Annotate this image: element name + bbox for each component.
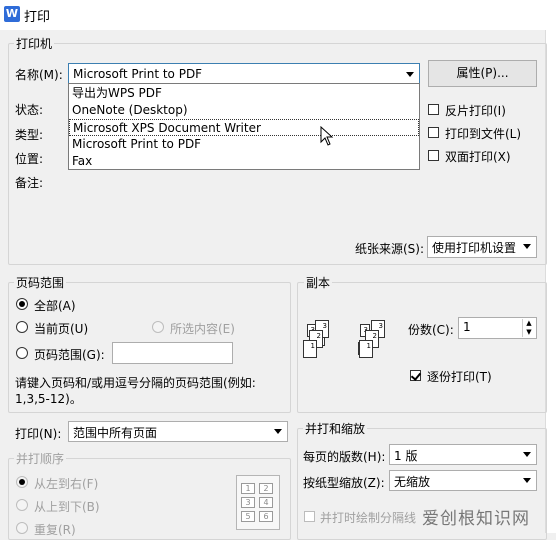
- dropdown-item[interactable]: OneNote (Desktop): [69, 102, 419, 119]
- draw-borders-label: 并打时绘制分隔线: [320, 511, 417, 525]
- copies-count-input[interactable]: 1 ▲ ▼: [458, 317, 537, 339]
- comment-label: 备注:: [15, 176, 44, 190]
- printer-name-value: Microsoft Print to PDF: [73, 67, 203, 81]
- order-top-bottom-radio[interactable]: [16, 499, 28, 511]
- dropdown-item-highlighted[interactable]: Microsoft XPS Document Writer: [69, 119, 419, 136]
- page-range-input[interactable]: [112, 342, 233, 364]
- collate-checkbox[interactable]: [410, 370, 421, 381]
- printer-dropdown-list: 导出为WPS PDF OneNote (Desktop) Microsoft X…: [68, 83, 420, 170]
- order-repeat-label: 重复(R): [34, 523, 76, 537]
- grid-cell: 5: [241, 511, 255, 522]
- chevron-down-icon: [523, 478, 531, 483]
- print-what-value: 范围中所有页面: [73, 426, 158, 440]
- paper-source-value: 使用打印机设置: [432, 241, 517, 255]
- order-left-right-label: 从左到右(F): [34, 477, 99, 491]
- print-to-file-checkbox[interactable]: [428, 127, 439, 138]
- range-current-label: 当前页(U): [34, 322, 89, 336]
- copies-count-label: 份数(C):: [408, 323, 454, 337]
- properties-button[interactable]: 属性(P)...: [428, 60, 537, 87]
- page-range-title: 页码范围: [14, 274, 67, 291]
- range-all-label: 全部(A): [34, 299, 76, 313]
- per-page-value: 1 版: [394, 449, 418, 463]
- range-selection-radio[interactable]: [152, 321, 164, 333]
- printer-name-select[interactable]: Microsoft Print to PDF: [68, 63, 420, 84]
- page-range-hint-example: 1,3,5-12)。: [15, 392, 82, 406]
- paper-source-select[interactable]: 使用打印机设置: [427, 236, 537, 258]
- mouse-cursor-icon: [320, 125, 334, 149]
- printer-name-label: 名称(M):: [15, 68, 63, 82]
- copies-title: 副本: [304, 274, 333, 291]
- order-left-right-radio[interactable]: [16, 476, 28, 488]
- dropdown-item[interactable]: Microsoft Print to PDF: [69, 136, 419, 153]
- collate-label: 逐份打印(T): [427, 370, 492, 384]
- range-pages-radio[interactable]: [16, 347, 28, 359]
- printer-group-title: 打印机: [14, 35, 55, 52]
- grid-cell: 4: [259, 497, 273, 508]
- dropdown-item[interactable]: Fax: [69, 153, 419, 170]
- watermark-text: 爱创根知识网: [422, 509, 530, 529]
- duplex-checkbox[interactable]: [428, 150, 439, 161]
- status-label: 状态:: [15, 103, 44, 117]
- zoom-title: 并打和缩放: [303, 420, 368, 437]
- window-title: 打印: [24, 10, 51, 25]
- reverse-print-checkbox[interactable]: [428, 104, 439, 115]
- chevron-down-icon: [406, 72, 414, 77]
- spin-down-icon[interactable]: ▼: [522, 328, 535, 337]
- grid-cell: 6: [259, 511, 273, 522]
- grid-cell: 3: [241, 497, 255, 508]
- range-current-radio[interactable]: [16, 321, 28, 333]
- print-to-file-label: 打印到文件(L): [445, 127, 522, 141]
- scale-label: 按纸型缩放(Z):: [303, 476, 385, 490]
- scale-select[interactable]: 无缩放: [389, 470, 537, 491]
- page-range-hint: 请键入页码和/或用逗号分隔的页码范围(例如:: [15, 376, 256, 390]
- print-what-select[interactable]: 范围中所有页面: [68, 421, 288, 442]
- order-grid-illustration: 1 2 3 4 5 6: [236, 475, 280, 530]
- grid-cell: 2: [259, 483, 273, 494]
- per-page-label: 每页的版数(H):: [303, 450, 386, 464]
- draw-borders-checkbox[interactable]: [304, 511, 315, 522]
- print-what-label: 打印(N):: [15, 427, 62, 441]
- dropdown-item[interactable]: 导出为WPS PDF: [69, 85, 419, 102]
- title-bar: W 打印: [0, 0, 556, 30]
- reverse-print-label: 反片打印(I): [445, 104, 506, 118]
- range-selection-label: 所选内容(E): [170, 322, 235, 336]
- spin-up-icon[interactable]: ▲: [522, 319, 535, 328]
- chevron-down-icon: [274, 429, 282, 434]
- per-page-select[interactable]: 1 版: [389, 444, 537, 465]
- wps-writer-icon: W: [4, 6, 20, 22]
- grid-cell: 1: [241, 483, 255, 494]
- order-title: 并打顺序: [14, 450, 67, 467]
- order-top-bottom-label: 从上到下(B): [34, 500, 100, 514]
- range-pages-label: 页码范围(G):: [34, 348, 105, 362]
- paper-source-label: 纸张来源(S):: [355, 242, 425, 256]
- range-all-radio[interactable]: [16, 298, 28, 310]
- order-repeat-radio[interactable]: [16, 522, 28, 534]
- chevron-down-icon: [523, 452, 531, 457]
- location-label: 位置:: [15, 152, 44, 166]
- type-label: 类型:: [15, 128, 44, 142]
- scale-value: 无缩放: [394, 475, 431, 489]
- copies-count-value: 1: [463, 320, 471, 334]
- duplex-label: 双面打印(X): [445, 150, 511, 164]
- chevron-down-icon: [523, 244, 531, 249]
